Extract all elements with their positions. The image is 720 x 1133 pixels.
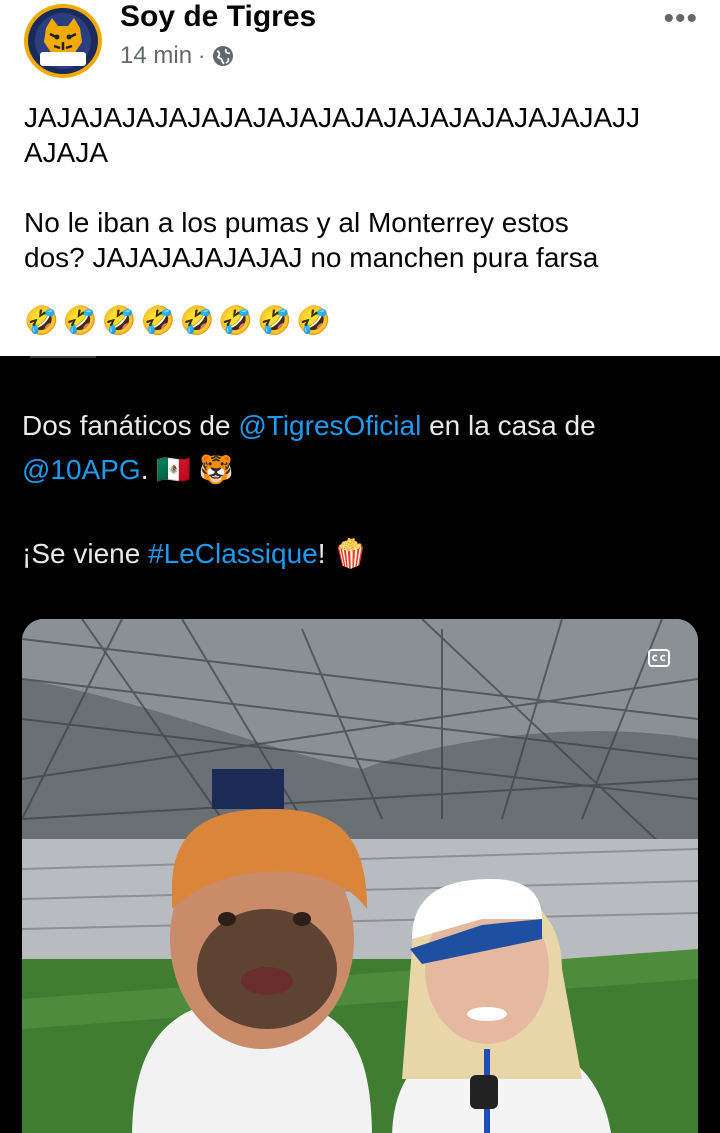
laughing-emoji-icon: 🤣 (62, 305, 98, 336)
video-player[interactable] (22, 619, 698, 1133)
post-time[interactable]: 14 min (120, 42, 192, 70)
tweet-line-3: ¡Se viene #LeClassique! 🍿 (22, 536, 368, 572)
tweet-text: en la casa de (421, 410, 596, 441)
laughing-emoji-icon: 🤣 (24, 305, 59, 336)
tweet-mention-tigres[interactable]: @TigresOficial (238, 410, 421, 441)
laughing-emoji-icon: 🤣 (179, 305, 215, 336)
post-media[interactable]: Dos fanáticos de @TigresOficial en la ca… (0, 356, 720, 1133)
tweet-hashtag[interactable]: #LeClassique (148, 538, 318, 569)
tweet-line-1: Dos fanáticos de @TigresOficial en la ca… (22, 408, 596, 444)
page-name[interactable]: Soy de Tigres (120, 0, 316, 34)
tiger-logo-icon (30, 8, 96, 74)
closed-captions-icon[interactable] (648, 647, 670, 669)
page-avatar[interactable] (24, 4, 102, 78)
laughing-emoji-icon: 🤣 (218, 305, 254, 336)
tweet-text: ! 🍿 (317, 538, 369, 569)
laughing-emoji-icon: 🤣 (296, 305, 331, 336)
meta-separator: · (198, 43, 206, 68)
tweet-text: . 🇲🇽 🐯 (140, 454, 234, 485)
tweet-text: Dos fanáticos de (22, 410, 239, 441)
laughing-emoji-icon: 🤣 (101, 305, 137, 336)
post-text: JAJAJAJAJAJAJAJAJAJAJAJAJAJAJAJAJAJAJJ A… (24, 102, 641, 273)
emoji-row: 🤣 🤣 🤣 🤣 🤣 🤣 🤣 🤣 (24, 302, 331, 340)
globe-icon[interactable] (211, 44, 235, 68)
tweet-line-2: @10APG. 🇲🇽 🐯 (22, 452, 234, 488)
laughing-emoji-icon: 🤣 (257, 305, 293, 336)
post-header: Soy de Tigres 14 min · ••• (0, 0, 720, 90)
tweet-text: ¡Se viene (22, 538, 149, 569)
media-divider (30, 356, 96, 358)
laughing-emoji-icon: 🤣 (140, 305, 176, 336)
more-options-button[interactable]: ••• (663, 2, 698, 36)
post-meta: 14 min · (120, 42, 235, 70)
stadium-video-frame (22, 619, 698, 1133)
tweet-mention-10apg[interactable]: @10APG (22, 454, 141, 485)
